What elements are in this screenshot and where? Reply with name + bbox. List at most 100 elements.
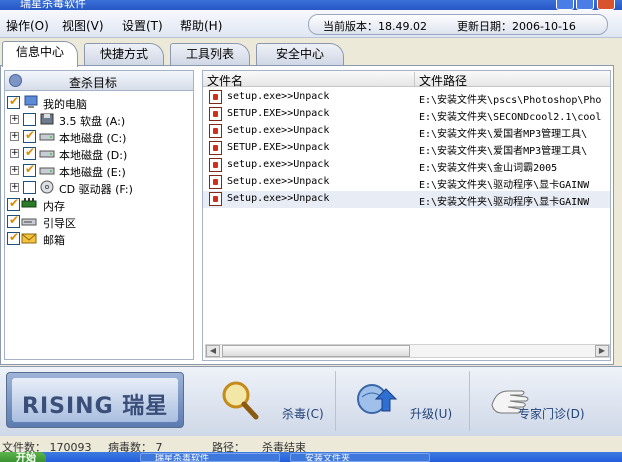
floppy-icon: [40, 113, 54, 125]
upgrade-button[interactable]: 升级(U): [338, 371, 470, 431]
tree-item-memory[interactable]: 内存: [7, 196, 187, 213]
upgrade-label: 升级(U): [410, 407, 453, 421]
infected-file-icon: [209, 158, 222, 172]
maximize-button[interactable]: [576, 0, 594, 10]
title-bar: 瑞星杀毒软件: [0, 0, 622, 10]
magnifier-icon: [222, 381, 259, 420]
checkbox[interactable]: [23, 128, 36, 143]
start-button[interactable]: 开始: [0, 452, 46, 462]
checkbox[interactable]: [23, 181, 36, 194]
expand-icon[interactable]: +: [10, 183, 19, 192]
tree-item-my-computer[interactable]: 我的电脑: [7, 94, 187, 111]
menu-help[interactable]: 帮助(H): [180, 17, 222, 34]
checkbox[interactable]: [23, 113, 36, 126]
version-info: 当前版本：18.49.02 更新日期：2006-10-16: [308, 14, 608, 35]
table-row[interactable]: Setup.exe>>Unpack E:\安装文件夹\爱国者MP3管理工具\: [203, 123, 610, 140]
minimize-button[interactable]: [556, 0, 574, 10]
tree-item-label: 邮箱: [43, 234, 65, 247]
tab-shortcuts[interactable]: 快捷方式: [84, 43, 164, 66]
disk-icon: [39, 167, 55, 175]
checkbox[interactable]: [7, 196, 20, 211]
tree-item-label: 本地磁盘 (E:): [59, 166, 126, 179]
infected-file-icon: [209, 175, 222, 189]
close-button[interactable]: [597, 0, 615, 10]
checkbox[interactable]: [23, 162, 36, 177]
checkbox[interactable]: [7, 94, 20, 109]
cell-file-name: SETUP.EXE>>Unpack: [227, 142, 330, 153]
checkbox[interactable]: [23, 145, 36, 160]
logo-text: RISING 瑞星: [22, 394, 169, 419]
column-file-path[interactable]: 文件路径: [415, 72, 610, 88]
tab-label: 安全中心: [275, 47, 324, 61]
scan-targets-panel: 查杀目标 我的电脑 + 3.5 软盘 (A:) + 本地磁盘 (C:) + 本地…: [4, 70, 194, 360]
memory-icon: [21, 198, 37, 208]
kill-virus-button[interactable]: 杀毒(C): [200, 371, 336, 431]
scroll-left-icon[interactable]: ◀: [206, 345, 220, 357]
tree-item-label: 3.5 软盘 (A:): [59, 115, 126, 128]
cell-file-path: E:\安装文件夹\爱国者MP3管理工具\: [419, 129, 588, 140]
tab-security-center[interactable]: 安全中心: [256, 43, 344, 66]
expert-clinic-button[interactable]: 专家门诊(D): [472, 371, 618, 431]
expand-icon[interactable]: +: [10, 115, 19, 124]
tree-item-boot-sector[interactable]: 引导区: [7, 213, 187, 230]
tree-item-disk-c[interactable]: + 本地磁盘 (C:): [7, 128, 187, 145]
table-row[interactable]: setup.exe>>Unpack E:\安装文件夹\pscs\Photosho…: [203, 89, 610, 106]
menu-settings[interactable]: 设置(T): [122, 17, 163, 34]
tree-item-label: 本地磁盘 (D:): [59, 149, 128, 162]
tree-item-floppy[interactable]: + 3.5 软盘 (A:): [7, 112, 187, 128]
checkbox[interactable]: [7, 230, 20, 245]
cell-file-path: E:\安装文件夹\驱动程序\显卡GAINW: [419, 197, 590, 208]
table-row[interactable]: Setup.exe>>Unpack E:\安装文件夹\驱动程序\显卡GAINW: [203, 174, 610, 191]
tree-item-label: 引导区: [43, 217, 76, 230]
action-toolbar: RISING 瑞星 杀毒(C) 升级(U) 专家门诊(D): [0, 366, 622, 436]
start-label: 开始: [16, 453, 36, 462]
mailbox-icon: [21, 233, 37, 244]
scroll-right-icon[interactable]: ▶: [595, 345, 609, 357]
tree-item-disk-e[interactable]: + 本地磁盘 (E:): [7, 162, 187, 179]
cell-file-name: Setup.exe>>Unpack: [227, 125, 330, 136]
infected-file-icon: [209, 141, 222, 155]
table-row[interactable]: SETUP.EXE>>Unpack E:\安装文件夹\SECONDcool2.1…: [203, 106, 610, 123]
tab-tools[interactable]: 工具列表: [170, 43, 250, 66]
tab-label: 信息中心: [15, 45, 64, 59]
boot-sector-icon: [21, 218, 37, 226]
cell-file-name: Setup.exe>>Unpack: [227, 176, 330, 187]
update-date: 更新日期：2006-10-16: [457, 20, 576, 33]
scroll-thumb[interactable]: [222, 345, 410, 357]
file-list-panel: 文件名 文件路径 setup.exe>>Unpack E:\安装文件夹\pscs…: [202, 70, 611, 361]
checkbox[interactable]: [7, 213, 20, 228]
logo-plate: RISING 瑞星: [12, 378, 178, 422]
infected-file-icon: [209, 90, 222, 104]
table-row[interactable]: SETUP.EXE>>Unpack E:\安装文件夹\爱国者MP3管理工具\: [203, 140, 610, 157]
menu-operate[interactable]: 操作(O): [6, 17, 49, 34]
current-version: 当前版本：18.49.02: [323, 20, 427, 33]
tab-info-center[interactable]: 信息中心: [2, 41, 78, 67]
computer-icon: [24, 95, 38, 108]
status-bar: 文件数： 170093 病毒数： 7 路径： 杀毒结束: [0, 436, 622, 454]
tree-item-cd-drive[interactable]: + CD 驱动器 (F:): [7, 180, 187, 196]
tree-item-label: CD 驱动器 (F:): [59, 183, 133, 196]
menu-view[interactable]: 视图(V): [62, 17, 104, 34]
tree-item-label: 我的电脑: [43, 98, 87, 111]
tree-item-disk-d[interactable]: + 本地磁盘 (D:): [7, 145, 187, 162]
tab-label: 工具列表: [185, 47, 234, 61]
cell-file-path: E:\安装文件夹\驱动程序\显卡GAINW: [419, 180, 590, 191]
table-row[interactable]: Setup.exe>>Unpack E:\安装文件夹\驱动程序\显卡GAINW: [203, 191, 610, 208]
expert-clinic-label: 专家门诊(D): [518, 407, 585, 421]
main-panel: 查杀目标 我的电脑 + 3.5 软盘 (A:) + 本地磁盘 (C:) + 本地…: [0, 65, 614, 365]
expand-icon[interactable]: +: [10, 132, 19, 141]
cell-file-path: E:\安装文件夹\pscs\Photoshop\Pho: [419, 95, 602, 106]
disk-icon: [39, 150, 55, 158]
expand-icon[interactable]: +: [10, 149, 19, 158]
expand-icon[interactable]: +: [10, 166, 19, 175]
taskbar-item-rising[interactable]: 瑞星杀毒软件: [140, 453, 280, 462]
tree-item-mailbox[interactable]: 邮箱: [7, 230, 187, 247]
scan-targets-header[interactable]: 查杀目标: [5, 71, 193, 91]
taskbar-item-folder[interactable]: 安装文件夹: [290, 453, 430, 462]
horizontal-scrollbar[interactable]: ◀ ▶: [205, 344, 610, 358]
table-row[interactable]: setup.exe>>Unpack E:\安装文件夹\金山词霸2005: [203, 157, 610, 174]
column-file-name[interactable]: 文件名: [203, 72, 415, 88]
tab-bar: 信息中心 快捷方式 工具列表 安全中心: [0, 38, 622, 67]
collapse-icon[interactable]: [9, 74, 22, 87]
cell-file-name: setup.exe>>Unpack: [227, 159, 330, 170]
